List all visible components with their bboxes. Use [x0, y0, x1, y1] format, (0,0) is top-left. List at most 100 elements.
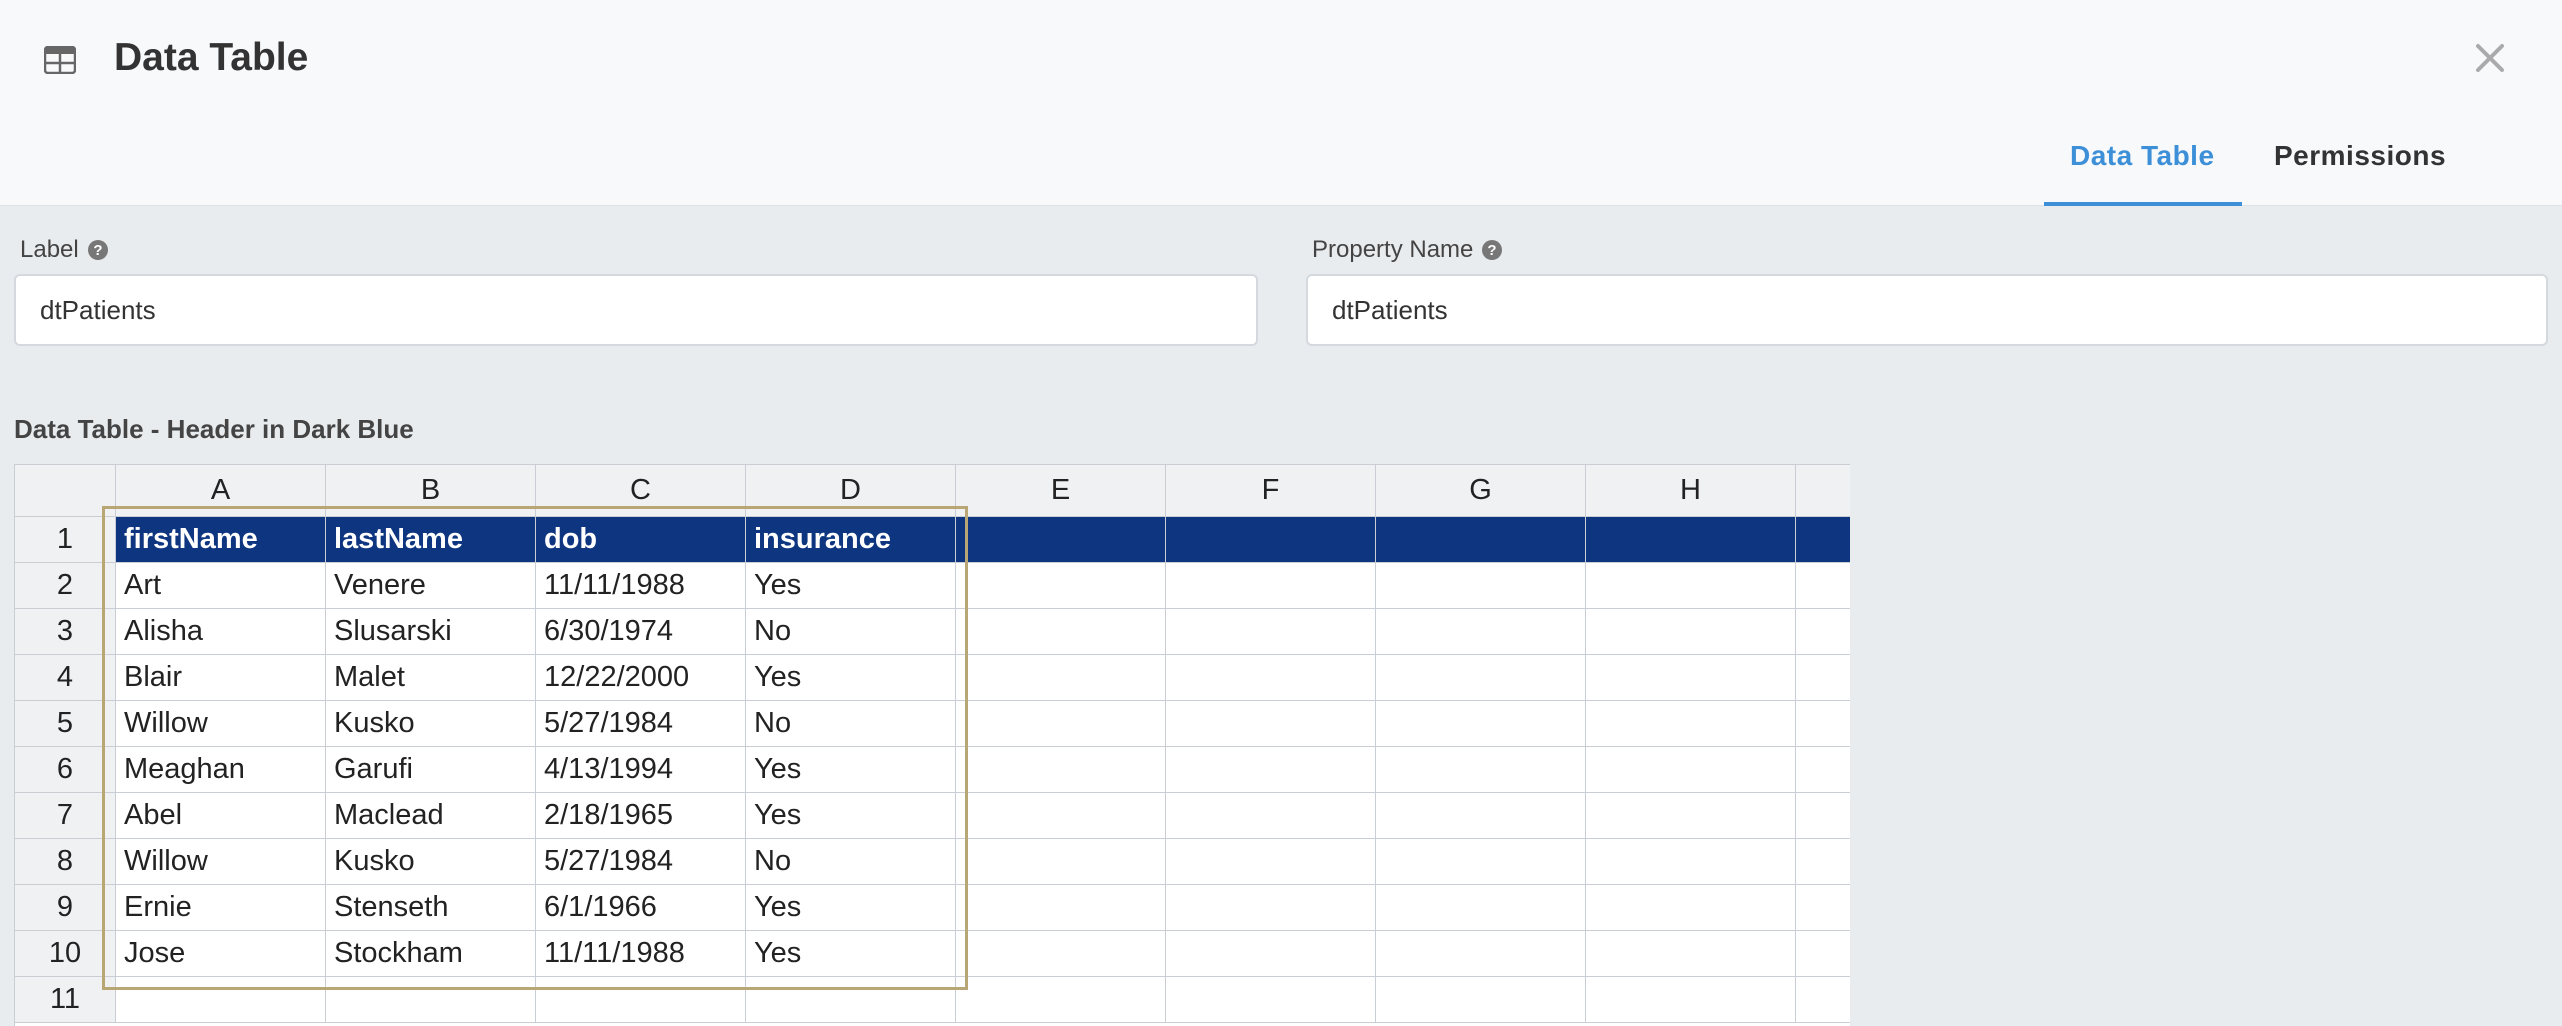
cell[interactable]	[1796, 885, 1850, 931]
cell[interactable]	[1376, 747, 1586, 793]
cell[interactable]	[1166, 609, 1376, 655]
cell[interactable]	[956, 701, 1166, 747]
cell[interactable]	[1376, 701, 1586, 747]
cell[interactable]	[1376, 885, 1586, 931]
cell[interactable]: Jose	[116, 931, 326, 977]
cell[interactable]	[1166, 931, 1376, 977]
tab-permissions[interactable]: Permissions	[2274, 140, 2446, 172]
cell[interactable]: 2/18/1965	[536, 793, 746, 839]
row-number[interactable]: 3	[15, 609, 116, 655]
cell[interactable]	[1376, 517, 1586, 563]
cell[interactable]	[956, 931, 1166, 977]
cell[interactable]	[1166, 701, 1376, 747]
cell[interactable]	[1796, 747, 1850, 793]
cell[interactable]	[1586, 701, 1796, 747]
cell[interactable]: Malet	[326, 655, 536, 701]
cell[interactable]	[116, 977, 326, 1023]
cell[interactable]	[1796, 839, 1850, 885]
cell[interactable]: Kusko	[326, 701, 536, 747]
cell[interactable]	[1376, 655, 1586, 701]
column-header-c[interactable]: C	[536, 465, 746, 517]
help-icon[interactable]: ?	[1481, 239, 1503, 261]
column-header-f[interactable]: F	[1166, 465, 1376, 517]
row-number[interactable]: 6	[15, 747, 116, 793]
cell[interactable]	[1586, 655, 1796, 701]
column-header-e[interactable]: E	[956, 465, 1166, 517]
column-header-overflow[interactable]	[1796, 465, 1850, 517]
column-header-a[interactable]: A	[116, 465, 326, 517]
cell[interactable]: Willow	[116, 701, 326, 747]
cell[interactable]: Yes	[746, 885, 956, 931]
cell[interactable]: Stockham	[326, 931, 536, 977]
cell[interactable]	[1376, 563, 1586, 609]
cell[interactable]	[1586, 885, 1796, 931]
cell[interactable]	[1796, 793, 1850, 839]
row-number[interactable]: 1	[15, 517, 116, 563]
column-header-g[interactable]: G	[1376, 465, 1586, 517]
cell[interactable]	[1166, 885, 1376, 931]
help-icon[interactable]: ?	[87, 239, 109, 261]
cell[interactable]: Yes	[746, 655, 956, 701]
cell[interactable]: Kusko	[326, 839, 536, 885]
cell[interactable]: No	[746, 609, 956, 655]
cell[interactable]: lastName	[326, 517, 536, 563]
spreadsheet[interactable]: A B C D E F G H 1 firstName lastName dob ins…	[14, 464, 1850, 1026]
cell[interactable]: Maclead	[326, 793, 536, 839]
property-name-input[interactable]	[1306, 274, 2548, 346]
row-number[interactable]: 10	[15, 931, 116, 977]
cell[interactable]	[1166, 793, 1376, 839]
cell[interactable]	[956, 747, 1166, 793]
cell[interactable]: 5/27/1984	[536, 701, 746, 747]
cell[interactable]	[1796, 563, 1850, 609]
cell[interactable]: Art	[116, 563, 326, 609]
cell[interactable]: Yes	[746, 747, 956, 793]
cell[interactable]: 6/1/1966	[536, 885, 746, 931]
cell[interactable]	[956, 839, 1166, 885]
cell[interactable]: Yes	[746, 563, 956, 609]
cell[interactable]	[1376, 793, 1586, 839]
cell[interactable]: Blair	[116, 655, 326, 701]
cell[interactable]	[1166, 977, 1376, 1023]
cell[interactable]	[1586, 839, 1796, 885]
cell[interactable]: Stenseth	[326, 885, 536, 931]
row-number[interactable]: 7	[15, 793, 116, 839]
tab-data-table[interactable]: Data Table	[2070, 140, 2215, 172]
cell[interactable]	[1586, 931, 1796, 977]
cell[interactable]	[1166, 655, 1376, 701]
cell[interactable]	[1376, 609, 1586, 655]
cell[interactable]	[956, 977, 1166, 1023]
column-header-d[interactable]: D	[746, 465, 956, 517]
cell[interactable]: 5/27/1984	[536, 839, 746, 885]
cell[interactable]	[1376, 839, 1586, 885]
cell[interactable]	[1796, 655, 1850, 701]
cell[interactable]: Willow	[116, 839, 326, 885]
cell[interactable]	[1586, 747, 1796, 793]
cell[interactable]: 11/11/1988	[536, 931, 746, 977]
row-number[interactable]: 4	[15, 655, 116, 701]
cell[interactable]: 11/11/1988	[536, 563, 746, 609]
cell[interactable]: 4/13/1994	[536, 747, 746, 793]
cell[interactable]	[1166, 747, 1376, 793]
cell[interactable]	[746, 977, 956, 1023]
cell[interactable]	[1166, 563, 1376, 609]
cell[interactable]: No	[746, 701, 956, 747]
cell[interactable]	[1586, 517, 1796, 563]
cell[interactable]	[956, 885, 1166, 931]
cell[interactable]	[1586, 793, 1796, 839]
cell[interactable]: No	[746, 839, 956, 885]
cell[interactable]: insurance	[746, 517, 956, 563]
row-number[interactable]: 8	[15, 839, 116, 885]
cell[interactable]: Slusarski	[326, 609, 536, 655]
row-number[interactable]: 9	[15, 885, 116, 931]
cell[interactable]	[956, 655, 1166, 701]
cell[interactable]	[1796, 977, 1850, 1023]
row-number[interactable]: 5	[15, 701, 116, 747]
cell[interactable]	[1166, 517, 1376, 563]
cell[interactable]: Meaghan	[116, 747, 326, 793]
cell[interactable]	[1796, 517, 1850, 563]
cell[interactable]	[956, 609, 1166, 655]
cell[interactable]: firstName	[116, 517, 326, 563]
corner-cell[interactable]	[15, 465, 116, 517]
cell[interactable]	[1586, 563, 1796, 609]
cell[interactable]	[1586, 977, 1796, 1023]
